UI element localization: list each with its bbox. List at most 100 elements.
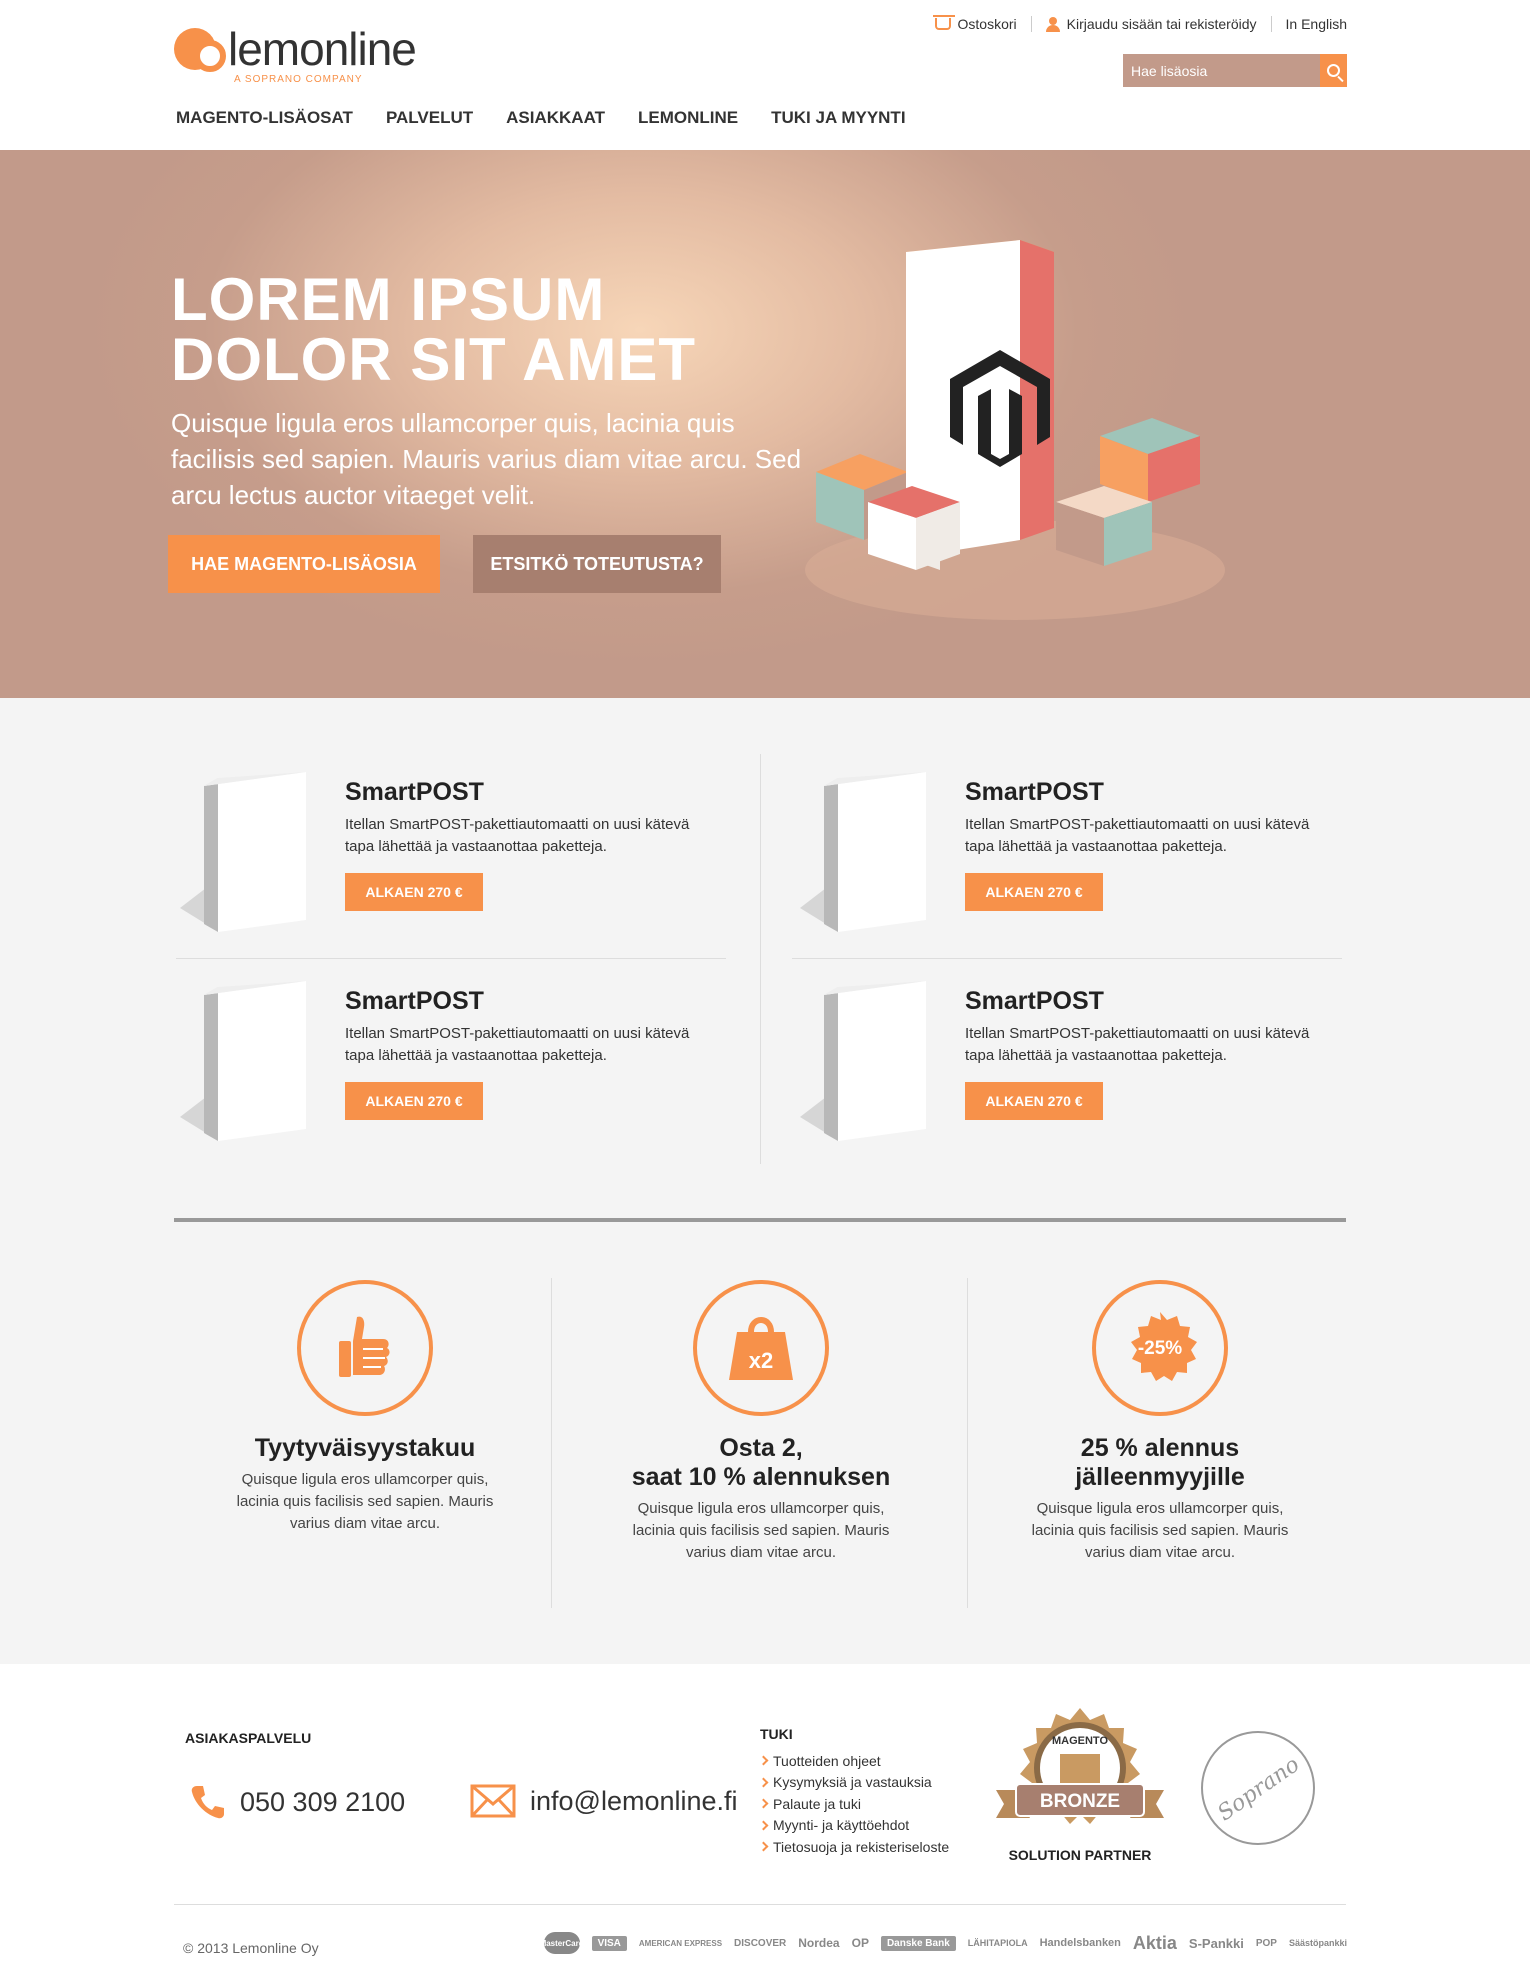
search-bar (1123, 54, 1347, 87)
support-link-label: Palaute ja tuki (773, 1795, 861, 1812)
product-description: Itellan SmartPOST-pakettiautomaatti on u… (345, 816, 690, 855)
feature-title: Osta 2, saat 10 % alennuksen (631, 1434, 891, 1491)
mail-icon (470, 1784, 516, 1818)
chevron-right-icon (758, 1820, 769, 1831)
nav-item-tuki-ja-myynti[interactable]: TUKI JA MYYNTI (771, 108, 905, 128)
hero-text: Quisque ligula eros ullamcorper quis, la… (171, 408, 802, 510)
phone-icon (191, 1786, 224, 1819)
cart-link[interactable]: Ostoskori (921, 15, 1031, 32)
search-icon (1327, 64, 1340, 77)
chevron-right-icon (758, 1841, 769, 1852)
user-icon (1045, 17, 1060, 32)
product-title: SmartPOST (965, 778, 1104, 806)
payment-logos: MasterCard VISA AMERICAN EXPRESS DISCOVE… (540, 1932, 1347, 1954)
product-price-button[interactable]: ALKAEN 270 € (965, 1082, 1103, 1120)
hero-secondary-button[interactable]: ETSITKÖ TOTEUTUSTA? (473, 535, 721, 593)
support-link[interactable]: Tietosuoja ja rekisteriseloste (758, 1836, 950, 1858)
site-logo[interactable]: lemonline (174, 22, 417, 76)
copyright: © 2013 Lemonline Oy (183, 1940, 319, 1956)
product-price-button[interactable]: ALKAEN 270 € (965, 873, 1103, 911)
product-box-image (800, 981, 926, 1141)
language-link[interactable]: In English (1270, 16, 1347, 32)
support-link[interactable]: Myynti- ja käyttöehdot (758, 1815, 949, 1837)
logo-mark-icon (174, 26, 226, 72)
products-vertical-divider (760, 754, 761, 1164)
mastercard-logo: MasterCard (540, 1932, 584, 1954)
nav-item-palvelut[interactable]: PALVELUT (386, 108, 473, 128)
product-description: Itellan SmartPOST-pakettiautomaatti on u… (965, 816, 1310, 855)
nordea-logo: Nordea (798, 1936, 840, 1950)
feature-icon-circle: -25% (1092, 1280, 1228, 1416)
feature-text: Quisque ligula eros ullamcorper quis, la… (1031, 1500, 1289, 1561)
top-links: Ostoskori Kirjaudu sisään tai rekisteröi… (921, 15, 1347, 32)
feature-divider (967, 1278, 968, 1608)
discount-seal-icon: -25% (1131, 1312, 1197, 1381)
support-link[interactable]: Tuotteiden ohjeet (758, 1750, 949, 1772)
feature-divider (551, 1278, 552, 1608)
email-contact[interactable]: info@lemonline.fi (470, 1784, 738, 1818)
footer-divider (174, 1904, 1346, 1905)
chevron-right-icon (758, 1798, 769, 1809)
badge-main-text: BRONZE (1040, 1791, 1120, 1812)
support-link-label: Tuotteiden ohjeet (773, 1752, 881, 1769)
support-link-label: Tietosuoja ja rekisteriseloste (773, 1838, 950, 1855)
login-link[interactable]: Kirjaudu sisään tai rekisteröidy (1030, 16, 1271, 32)
support-link[interactable]: Kysymyksiä ja vastauksia (758, 1772, 949, 1794)
amex-logo: AMERICAN EXPRESS (638, 1938, 723, 1948)
product-price-button[interactable]: ALKAEN 270 € (345, 873, 483, 911)
feature-title: 25 % alennus jälleenmyyjille (1075, 1434, 1245, 1491)
chevron-right-icon (758, 1755, 769, 1766)
pop-logo: POP (1255, 1937, 1277, 1949)
feature-icon-circle (297, 1280, 433, 1416)
products-row-divider-right (792, 958, 1342, 959)
nav-item-magento-lisaosat[interactable]: MAGENTO-LISÄOSAT (176, 108, 353, 128)
nav-item-asiakkaat[interactable]: ASIAKKAAT (506, 108, 605, 128)
phone-contact[interactable]: 050 309 2100 (190, 1784, 405, 1820)
product-title: SmartPOST (965, 987, 1104, 1015)
seal-badge-text: -25% (1138, 1338, 1182, 1359)
customer-service-heading: ASIAKASPALVELU (185, 1730, 312, 1746)
products-row-divider-left (176, 958, 726, 959)
badge-caption: SOLUTION PARTNER (1008, 1847, 1152, 1863)
site-footer: ASIAKASPALVELU 050 309 2100 info@lemonli… (0, 1664, 1530, 1984)
support-heading: TUKI (760, 1726, 793, 1742)
nav-item-lemonline[interactable]: LEMONLINE (638, 108, 738, 128)
section-divider (174, 1218, 1346, 1222)
logo-tagline: A SOPRANO COMPANY (234, 74, 363, 85)
chevron-right-icon (758, 1777, 769, 1788)
feature-text: Quisque ligula eros ullamcorper quis, la… (236, 1471, 494, 1532)
feature-icon-circle: x2 (693, 1280, 829, 1416)
email-address: info@lemonline.fi (530, 1785, 738, 1816)
thumbs-up-icon (339, 1316, 390, 1377)
soprano-logo-text: Soprano (1213, 1752, 1304, 1826)
support-link-label: Kysymyksiä ja vastauksia (773, 1774, 932, 1791)
support-links: Tuotteiden ohjeet Kysymyksiä ja vastauks… (758, 1750, 950, 1858)
product-card: SmartPOST Itellan SmartPOST-pakettiautom… (178, 772, 738, 952)
product-card: SmartPOST Itellan SmartPOST-pakettiautom… (178, 981, 738, 1161)
feature-reseller-discount: -25% 25 % alennus jälleenmyyjille Quisqu… (980, 1280, 1340, 1564)
product-box-image (180, 981, 306, 1141)
product-box-image (180, 772, 306, 932)
site-header: lemonline A SOPRANO COMPANY Ostoskori Ki… (0, 0, 1530, 150)
main-nav: MAGENTO-LISÄOSAT PALVELUT ASIAKKAAT LEMO… (176, 108, 906, 128)
logo-text: lemonline (228, 23, 417, 75)
hero-primary-button[interactable]: HAE MAGENTO-LISÄOSIA (168, 535, 440, 593)
shopping-bag-icon: x2 (729, 1317, 793, 1380)
feature-text: Quisque ligula eros ullamcorper quis, la… (632, 1500, 890, 1561)
badge-top-text: MAGENTO (1052, 1735, 1108, 1747)
visa-logo: VISA (591, 1935, 627, 1951)
handelsbanken-logo: Handelsbanken (1039, 1937, 1121, 1949)
support-link-label: Myynti- ja käyttöehdot (773, 1817, 910, 1834)
feature-guarantee: Tyytyväisyystakuu Quisque ligula eros ul… (185, 1280, 545, 1535)
search-button[interactable] (1320, 54, 1347, 87)
cart-icon (932, 15, 955, 30)
product-price-button[interactable]: ALKAEN 270 € (345, 1082, 483, 1120)
bag-badge-text: x2 (749, 1348, 773, 1373)
search-input[interactable] (1123, 54, 1320, 87)
soprano-logo[interactable]: Soprano (1198, 1728, 1318, 1848)
product-description: Itellan SmartPOST-pakettiautomaatti on u… (965, 1025, 1310, 1064)
support-link[interactable]: Palaute ja tuki (758, 1793, 949, 1815)
hero-banner: LOREM IPSUM DOLOR SIT AMET Quisque ligul… (0, 150, 1530, 698)
cart-label: Ostoskori (957, 16, 1017, 32)
product-title: SmartPOST (345, 778, 484, 806)
